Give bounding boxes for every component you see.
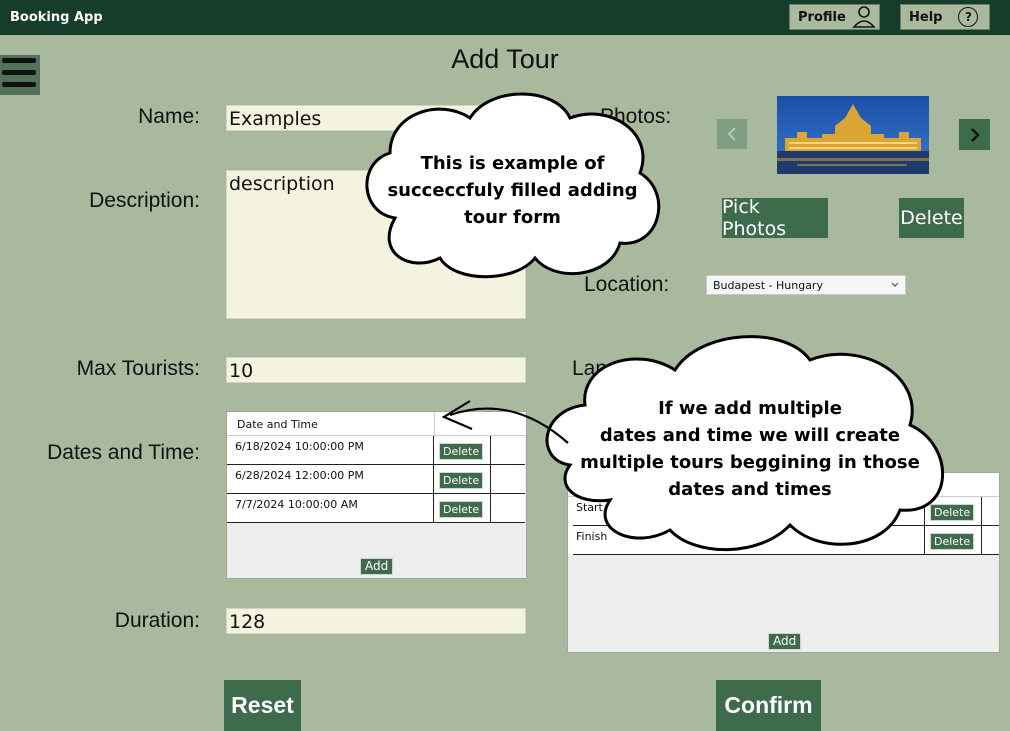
duration-label: Duration: <box>114 609 200 632</box>
location-selected-value: Budapest - Hungary <box>713 279 823 292</box>
user-icon <box>852 6 876 28</box>
description-label: Description: <box>89 189 200 212</box>
dates-grid-header-label: Date and Time <box>237 418 318 431</box>
add-checkpoint-button[interactable]: Add <box>768 633 802 650</box>
parliament-photo <box>777 96 929 174</box>
max-tourists-label: Max Tourists: <box>76 357 200 380</box>
pick-photos-button[interactable]: Pick Photos <box>722 196 828 240</box>
date-row-2: 6/28/2024 12:00:00 PM <box>235 469 364 482</box>
callout-text-bottom: If we add multiple dates and time we wil… <box>580 398 920 500</box>
profile-button[interactable]: Profile <box>789 4 880 30</box>
add-date-button[interactable]: Add <box>360 558 394 575</box>
next-photo-button[interactable] <box>959 119 990 150</box>
profile-label: Profile <box>798 9 846 25</box>
confirm-button[interactable]: Confirm <box>716 680 821 731</box>
delete-photo-button[interactable]: Delete <box>899 198 964 238</box>
page-title: Add Tour <box>451 44 559 74</box>
previous-photo-button[interactable] <box>717 119 747 149</box>
photo-preview <box>777 96 929 174</box>
chevron-right-icon <box>970 127 980 142</box>
help-label: Help <box>909 9 943 25</box>
location-select[interactable]: Budapest - Hungary <box>706 275 906 295</box>
reset-button[interactable]: Reset <box>224 680 301 731</box>
app-title: Booking App <box>10 10 103 25</box>
callout-text-top: This is example of succeccfuly filled ad… <box>387 153 638 228</box>
help-button[interactable]: Help ? <box>900 4 990 30</box>
chevron-left-icon <box>727 127 736 141</box>
name-label: Name: <box>138 105 200 128</box>
date-row-1: 6/18/2024 10:00:00 PM <box>235 440 364 453</box>
question-icon: ? <box>958 7 979 27</box>
dates-label: Dates and Time: <box>47 441 200 464</box>
duration-input[interactable]: 128 <box>226 608 526 634</box>
date-row-3: 7/7/2024 10:00:00 AM <box>235 498 358 511</box>
chevron-down-icon <box>891 282 899 287</box>
